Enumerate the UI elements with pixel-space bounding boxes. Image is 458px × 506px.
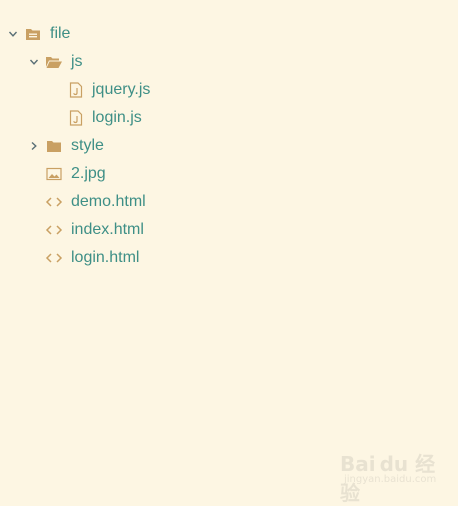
tree-item-file[interactable]: file [0,20,458,48]
tree-item-label: 2.jpg [71,165,106,182]
tree-item-login-html[interactable]: login.html [0,244,458,272]
file-tree: file js jquery.js login.js style 2.jpg d… [0,20,458,272]
tree-item-2-jpg[interactable]: 2.jpg [0,160,458,188]
tree-item-label: style [71,137,104,154]
code-icon [45,216,63,244]
tree-item-jquery-js[interactable]: jquery.js [0,76,458,104]
tree-item-label: index.html [71,221,144,238]
chevron-down-icon[interactable] [27,48,41,76]
tree-item-style[interactable]: style [0,132,458,160]
folder-icon [45,132,63,160]
tree-item-label: demo.html [71,193,146,210]
baidu-jingyan-watermark: Bai du 经验 jingyan.baidu.com [340,448,448,505]
watermark-url: jingyan.baidu.com [344,474,437,485]
tree-item-login-js[interactable]: login.js [0,104,458,132]
tree-item-index-html[interactable]: index.html [0,216,458,244]
tree-item-label: file [50,25,71,42]
folder-icon [24,20,42,48]
chevron-right-icon[interactable] [27,132,41,160]
tree-item-label: login.html [71,249,140,266]
image-file-icon [45,160,63,188]
tree-item-label: js [71,53,83,70]
chevron-down-icon[interactable] [6,20,20,48]
code-icon [45,188,63,216]
js-file-icon [67,104,85,132]
folder-open-icon [45,48,63,76]
tree-item-demo-html[interactable]: demo.html [0,188,458,216]
code-icon [45,244,63,272]
tree-item-label: jquery.js [92,81,151,98]
tree-item-label: login.js [92,109,142,126]
js-file-icon [67,76,85,104]
tree-item-js[interactable]: js [0,48,458,76]
